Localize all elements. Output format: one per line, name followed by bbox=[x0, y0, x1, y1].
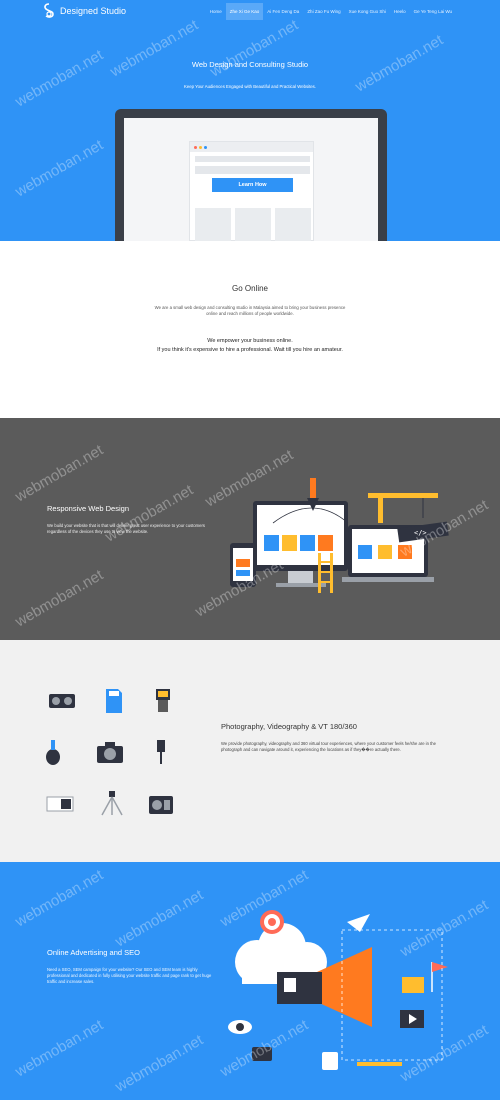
tablet-icon bbox=[230, 543, 256, 587]
placeholder-line bbox=[195, 166, 310, 174]
responsive-illustration: </> bbox=[230, 478, 449, 593]
learn-how-button[interactable]: Learn How bbox=[212, 178, 293, 192]
blower-icon bbox=[46, 740, 60, 765]
advertising-section: Online Advertising and SEO Need a SEO, S… bbox=[0, 862, 500, 1100]
placeholder-line bbox=[195, 156, 310, 162]
paper-plane-icon bbox=[347, 914, 370, 932]
hero-title: Web Design and Consulting Studio bbox=[191, 60, 309, 69]
browser-mockup: Learn How bbox=[189, 141, 314, 241]
camera-icon bbox=[97, 742, 123, 763]
placeholder-box bbox=[235, 208, 271, 241]
svg-text:</>: </> bbox=[414, 529, 427, 537]
placeholder-box bbox=[195, 208, 231, 241]
flag-icon bbox=[431, 962, 448, 992]
nav-item-5[interactable]: Xue Kong Guo Shi bbox=[345, 3, 390, 20]
top-nav: Designed Studio Home Zhe Xi Ge Kao Ai Fe… bbox=[0, 0, 500, 22]
battery-grip-icon bbox=[46, 796, 74, 812]
eye-icon bbox=[228, 1020, 252, 1034]
advertising-text: Need a SEO, SEM campaign for your websit… bbox=[47, 967, 212, 984]
browser-dot-icon bbox=[204, 145, 207, 149]
video-play-icon bbox=[400, 1010, 424, 1028]
nav-item-4[interactable]: Zhi Zao Fu Wing bbox=[303, 3, 344, 20]
film-reel-icon bbox=[49, 694, 75, 708]
nav-item-2[interactable]: Zhe Xi Ge Kao bbox=[225, 3, 264, 20]
photography-text: We provide photography, videography and … bbox=[221, 741, 436, 752]
laptop-screen: Learn How bbox=[124, 118, 378, 241]
hero-subtitle: Keep Your Audiences Engaged with Beautif… bbox=[183, 84, 317, 89]
browser-dot-icon bbox=[199, 145, 202, 149]
brand-logo[interactable]: Designed Studio bbox=[42, 3, 126, 19]
advertising-illustration bbox=[228, 910, 448, 1070]
nav-item-7[interactable]: Ge Ye Teng Lai Wu bbox=[410, 3, 456, 20]
responsive-title: Responsive Web Design bbox=[47, 504, 129, 513]
go-online-quote-line1: We empower your business online. bbox=[207, 338, 293, 344]
pencil-icon bbox=[357, 1062, 402, 1066]
responsive-section: Responsive Web Design We build your webs… bbox=[0, 418, 500, 640]
nav-item-home[interactable]: Home bbox=[206, 3, 226, 20]
browser-bar bbox=[190, 142, 313, 152]
advertising-title: Online Advertising and SEO bbox=[47, 948, 140, 957]
radio-icon bbox=[149, 796, 173, 814]
go-online-section: Go Online We are a small web design and … bbox=[0, 241, 500, 418]
laptop-mockup: Learn How bbox=[115, 109, 387, 241]
go-online-quote-line2: If you think it's expensive to hire a pr… bbox=[157, 347, 343, 353]
crane-icon bbox=[368, 493, 438, 523]
thumbs-up-icon bbox=[322, 1052, 338, 1070]
target-icon bbox=[260, 910, 284, 934]
sd-card-icon bbox=[106, 689, 122, 713]
logo-icon bbox=[44, 3, 54, 18]
mail-icon bbox=[402, 977, 424, 993]
brand-name: Designed Studio bbox=[60, 6, 127, 16]
go-online-title: Go Online bbox=[231, 284, 269, 293]
photography-section: Photography, Videography & VT 180/360 We… bbox=[0, 640, 500, 862]
nav-item-3[interactable]: Ai Fen Deng Da bbox=[263, 3, 303, 20]
hero-section: Designed Studio Home Zhe Xi Ge Kao Ai Fe… bbox=[0, 0, 500, 241]
briefcase-icon bbox=[252, 1047, 272, 1061]
flash-icon bbox=[156, 689, 170, 712]
browser-dot-icon bbox=[194, 145, 197, 149]
go-online-text: We are a small web design and consulting… bbox=[154, 305, 346, 316]
placeholder-box bbox=[275, 208, 311, 241]
nav-menu: Home Zhe Xi Ge Kao Ai Fen Deng Da Zhi Za… bbox=[206, 3, 456, 20]
nav-item-6[interactable]: Heelo bbox=[390, 3, 410, 20]
responsive-text: We build your website that is that will … bbox=[47, 523, 205, 534]
monitor-icon bbox=[253, 501, 348, 587]
photography-title: Photography, Videography & VT 180/360 bbox=[221, 722, 357, 731]
tripod-icon bbox=[101, 791, 123, 816]
cable-icon bbox=[157, 740, 165, 764]
